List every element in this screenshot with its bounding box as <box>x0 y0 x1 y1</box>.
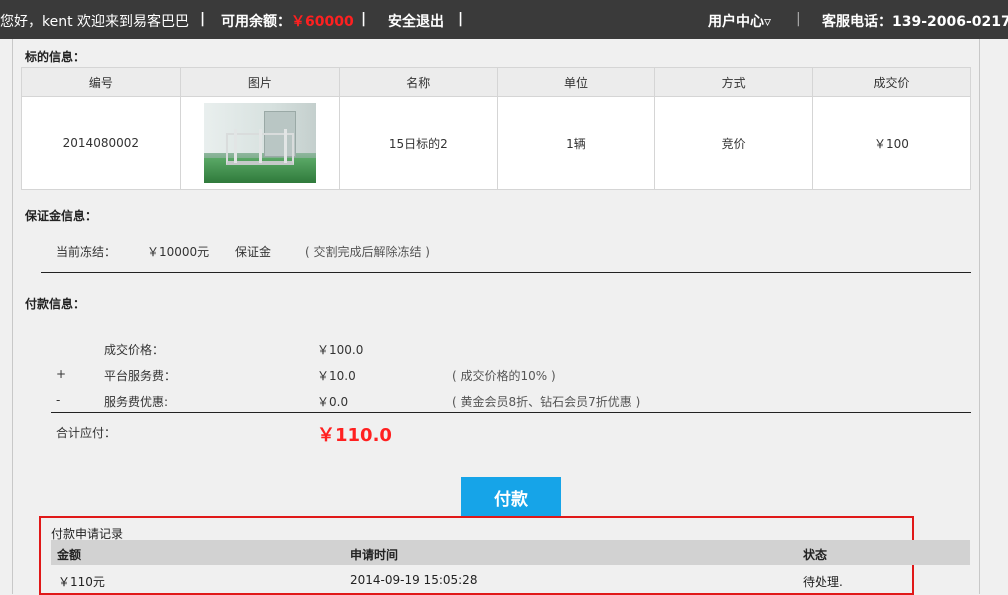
separator: | <box>361 11 367 27</box>
minus-sign: - <box>56 393 61 407</box>
item-photo-cell <box>179 96 340 190</box>
photo-post <box>283 129 287 163</box>
photo-post <box>258 129 262 163</box>
column-header: 申请时间 <box>350 548 399 562</box>
column-header: 金额 <box>57 548 82 562</box>
balance-value: ￥60000 <box>291 14 354 30</box>
discount-label: 服务费优惠: <box>104 395 169 409</box>
item-table: 编号 图片 名称 单位 方式 成交价 2014080002 15日标的2 1辆 … <box>21 67 972 190</box>
plus-sign: + <box>56 367 67 381</box>
divider <box>51 412 971 413</box>
service-fee-value: ￥10.0 <box>317 369 356 383</box>
column-header: 成交价 <box>811 67 972 97</box>
user-center-menu[interactable]: 用户中心▿ <box>708 11 771 31</box>
item-method: 竞价 <box>654 96 813 190</box>
pay-button[interactable]: 付款 <box>461 477 561 517</box>
deposit-type: 保证金 <box>235 245 272 259</box>
divider <box>41 272 971 273</box>
payment-records-panel: 付款申请记录 金额 申请时间 状态 ￥110元 2014-09-19 15:05… <box>39 516 970 595</box>
separator: | <box>200 11 206 27</box>
item-section-title: 标的信息： <box>25 50 86 64</box>
top-bar: 您好，kent 欢迎来到易客巴巴 | 可用余额：￥60000 | 安全退出 | … <box>0 0 1008 39</box>
item-photo[interactable] <box>203 103 316 183</box>
separator: | <box>458 11 464 27</box>
item-name: 15日标的2 <box>338 96 498 190</box>
discount-value: ￥0.0 <box>317 395 349 409</box>
discount-note: ( 黄金会员8折、钻石会员7折优惠 ) <box>452 395 641 409</box>
balance: 可用余额：￥60000 <box>221 11 354 31</box>
record-amount: ￥110元 <box>58 575 105 589</box>
total-value: ￥110.0 <box>317 425 392 446</box>
item-number: 2014080002 <box>21 96 181 190</box>
column-header: 状态 <box>803 548 828 562</box>
item-table-header: 编号 图片 名称 单位 方式 成交价 <box>21 67 972 97</box>
content-border-right <box>979 39 980 594</box>
payment-section-title: 付款信息： <box>25 297 86 311</box>
separator: | <box>796 11 801 27</box>
photo-post <box>233 129 237 163</box>
frozen-amount: ￥10000元 <box>147 245 210 259</box>
column-header: 名称 <box>338 67 498 97</box>
total-label: 合计应付： <box>56 426 117 440</box>
content-border-left <box>12 39 13 594</box>
service-fee-note: ( 成交价格的10% ) <box>452 369 556 383</box>
column-header: 方式 <box>654 67 813 97</box>
column-header: 单位 <box>496 67 656 97</box>
record-time: 2014-09-19 15:05:28 <box>350 573 478 587</box>
item-unit: 1辆 <box>496 96 656 190</box>
item-price: ￥100 <box>811 96 972 190</box>
frozen-label: 当前冻结： <box>56 245 117 259</box>
column-header: 图片 <box>179 67 340 97</box>
balance-label: 可用余额： <box>221 14 291 30</box>
deal-price-label: 成交价格： <box>104 343 165 357</box>
table-row: 2014080002 15日标的2 1辆 竞价 ￥100 <box>21 96 972 190</box>
records-header: 金额 申请时间 状态 <box>51 540 970 565</box>
service-fee-label: 平台服务费： <box>104 369 177 383</box>
service-phone: 客服电话：139-2006-0217 <box>822 14 1008 30</box>
column-header: 编号 <box>21 67 181 97</box>
greeting-text: 您好，kent 欢迎来到易客巴巴 <box>0 14 190 30</box>
deposit-note: ( 交割完成后解除冻结 ) <box>305 245 430 259</box>
deposit-section-title: 保证金信息： <box>25 209 98 223</box>
record-status: 待处理. <box>803 575 843 589</box>
deal-price-value: ￥100.0 <box>317 343 364 357</box>
logout-link[interactable]: 安全退出 <box>388 11 444 31</box>
